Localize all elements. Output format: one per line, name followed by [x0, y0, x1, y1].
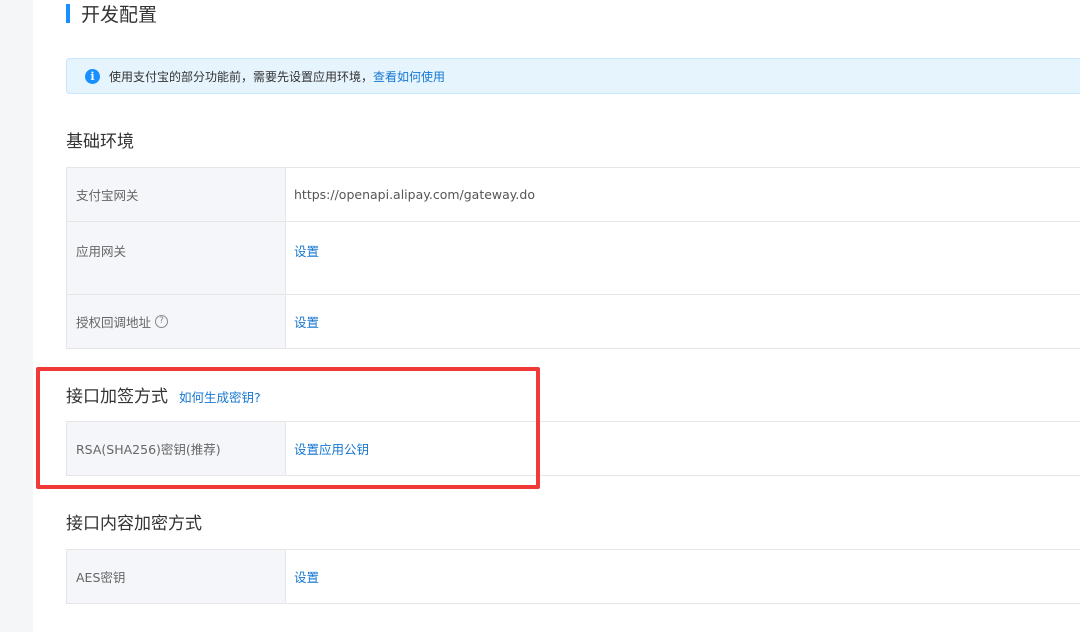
title-accent-bar: [66, 3, 70, 23]
notice-link-how-to-use[interactable]: 查看如何使用: [373, 68, 445, 85]
highlight-annotation-box: [36, 367, 540, 489]
section-title-text: 接口内容加密方式: [66, 514, 202, 534]
set-app-gateway-link[interactable]: 设置: [294, 241, 319, 260]
info-icon: i: [85, 68, 100, 84]
value-alipay-gateway: https://openapi.alipay.com/gateway.do: [294, 187, 535, 202]
set-aes-key-link[interactable]: 设置: [294, 567, 319, 586]
help-icon[interactable]: ?: [155, 315, 169, 328]
table-row: AES密钥 设置: [66, 550, 1080, 604]
notice-text: 使用支付宝的部分功能前，需要先设置应用环境，: [109, 69, 374, 84]
table-row: 应用网关 设置: [66, 222, 1080, 295]
page-title-text: 开发配置: [81, 3, 158, 26]
set-auth-callback-link[interactable]: 设置: [294, 312, 319, 331]
section-title-basic-env: 基础环境: [66, 127, 134, 152]
basic-env-table: 支付宝网关 https://openapi.alipay.com/gateway…: [66, 167, 1080, 349]
table-row: 支付宝网关 https://openapi.alipay.com/gateway…: [66, 168, 1080, 222]
label-aes-key: AES密钥: [66, 550, 286, 603]
encrypt-method-table: AES密钥 设置: [66, 549, 1080, 604]
label-alipay-gateway: 支付宝网关: [66, 168, 286, 221]
section-title-encrypt-method: 接口内容加密方式: [66, 509, 202, 534]
label-app-gateway: 应用网关: [66, 222, 286, 294]
page-title: 开发配置: [66, 2, 158, 26]
main-content: 开发配置 i 使用支付宝的部分功能前，需要先设置应用环境， 查看如何使用 基础环…: [33, 0, 1080, 632]
section-title-text: 基础环境: [66, 132, 134, 152]
label-auth-callback-text: 授权回调地址: [76, 315, 152, 330]
table-row: 授权回调地址 ? 设置: [66, 295, 1080, 349]
label-auth-callback: 授权回调地址 ?: [66, 295, 286, 348]
info-notice: i 使用支付宝的部分功能前，需要先设置应用环境， 查看如何使用: [66, 58, 1080, 94]
